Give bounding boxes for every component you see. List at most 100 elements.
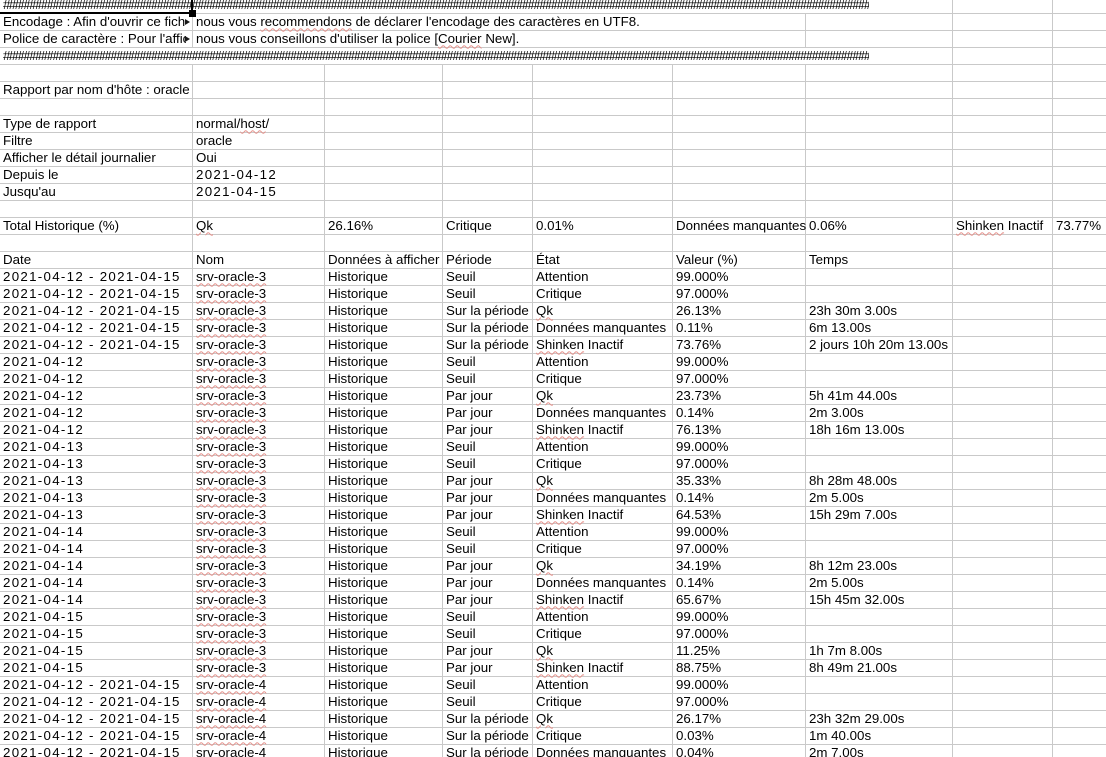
- cell-date[interactable]: 2021-04-15: [0, 626, 193, 642]
- cell-state[interactable]: Critique: [533, 728, 673, 744]
- cell-period[interactable]: Seuil: [443, 439, 533, 455]
- cell-state[interactable]: Données manquantes: [533, 575, 673, 591]
- cell-time[interactable]: 8h 49m 21.00s: [806, 660, 953, 676]
- cell-empty[interactable]: [0, 99, 193, 115]
- cell-name[interactable]: srv-oracle-3: [193, 490, 325, 506]
- cell-period[interactable]: Par jour: [443, 660, 533, 676]
- cell-param-label[interactable]: Depuis le: [0, 167, 193, 183]
- cell-period[interactable]: Seuil: [443, 609, 533, 625]
- cell-state[interactable]: Critique: [533, 626, 673, 642]
- cell-empty[interactable]: [953, 371, 1053, 387]
- cell-empty[interactable]: [1053, 354, 1106, 370]
- cell-date[interactable]: 2021-04-13: [0, 473, 193, 489]
- cell-empty[interactable]: [325, 133, 443, 149]
- cell-time[interactable]: 1m 40.00s: [806, 728, 953, 744]
- cell-date[interactable]: 2021-04-15: [0, 609, 193, 625]
- cell-value[interactable]: 99.000%: [673, 269, 806, 285]
- cell-date[interactable]: 2021-04-12: [0, 371, 193, 387]
- cell-empty[interactable]: [1053, 167, 1106, 183]
- cell-empty[interactable]: [1053, 660, 1106, 676]
- cell-value[interactable]: 26.17%: [673, 711, 806, 727]
- cell-param-value[interactable]: normal/host/: [193, 116, 325, 132]
- cell-date[interactable]: 2021-04-12: [0, 354, 193, 370]
- cell-period[interactable]: Sur la période: [443, 320, 533, 336]
- cell-empty[interactable]: [953, 609, 1053, 625]
- cell-empty[interactable]: [953, 439, 1053, 455]
- cell-empty[interactable]: [1053, 252, 1106, 268]
- cell-empty[interactable]: [1053, 371, 1106, 387]
- cell-empty[interactable]: [1053, 99, 1106, 115]
- cell-period[interactable]: Seuil: [443, 524, 533, 540]
- cell-value[interactable]: 34.19%: [673, 558, 806, 574]
- cell-empty[interactable]: [953, 303, 1053, 319]
- cell-period[interactable]: Sur la période: [443, 303, 533, 319]
- cell-empty[interactable]: [806, 82, 953, 98]
- cell-data-type[interactable]: Historique: [325, 354, 443, 370]
- cell-value[interactable]: 64.53%: [673, 507, 806, 523]
- cell-empty[interactable]: [1053, 48, 1106, 64]
- cell-state[interactable]: Shinken Inactif: [533, 507, 673, 523]
- cell-empty[interactable]: [193, 201, 325, 217]
- cell-empty[interactable]: [325, 184, 443, 200]
- cell-name[interactable]: srv-oracle-3: [193, 320, 325, 336]
- cell-period[interactable]: Seuil: [443, 677, 533, 693]
- cell-empty[interactable]: [1053, 524, 1106, 540]
- cell-time[interactable]: [806, 524, 953, 540]
- cell-time[interactable]: 2m 5.00s: [806, 490, 953, 506]
- cell-empty[interactable]: [1053, 320, 1106, 336]
- cell-value[interactable]: 99.000%: [673, 609, 806, 625]
- cell-empty[interactable]: [1053, 405, 1106, 421]
- column-header[interactable]: Nom: [193, 252, 325, 268]
- cell-value[interactable]: 0.03%: [673, 728, 806, 744]
- cell-value[interactable]: 99.000%: [673, 439, 806, 455]
- column-header[interactable]: Valeur (%): [673, 252, 806, 268]
- cell-name[interactable]: srv-oracle-3: [193, 626, 325, 642]
- cell-empty[interactable]: [443, 133, 533, 149]
- cell-data-type[interactable]: Historique: [325, 660, 443, 676]
- cell-data-type[interactable]: Historique: [325, 745, 443, 757]
- cell-period[interactable]: Par jour: [443, 388, 533, 404]
- cell-empty[interactable]: [953, 0, 1053, 13]
- cell-name[interactable]: srv-oracle-3: [193, 439, 325, 455]
- cell-empty[interactable]: [953, 116, 1053, 132]
- cell-data-type[interactable]: Historique: [325, 388, 443, 404]
- cell-param-value[interactable]: Oui: [193, 150, 325, 166]
- cell-state[interactable]: Critique: [533, 456, 673, 472]
- cell-empty[interactable]: [1053, 609, 1106, 625]
- cell-empty[interactable]: [1053, 388, 1106, 404]
- cell-empty[interactable]: [443, 99, 533, 115]
- cell-state[interactable]: Shinken Inactif: [533, 337, 673, 353]
- cell-period[interactable]: Seuil: [443, 269, 533, 285]
- cell-empty[interactable]: [953, 422, 1053, 438]
- cell-empty[interactable]: [953, 558, 1053, 574]
- cell-date[interactable]: 2021-04-12 - 2021-04-15: [0, 694, 193, 710]
- cell-empty[interactable]: [806, 31, 953, 47]
- cell-date[interactable]: 2021-04-15: [0, 660, 193, 676]
- cell-name[interactable]: srv-oracle-4: [193, 711, 325, 727]
- cell-empty[interactable]: [953, 388, 1053, 404]
- cell-empty[interactable]: [1053, 116, 1106, 132]
- cell-state[interactable]: Shinken Inactif: [953, 218, 1053, 234]
- cell-period[interactable]: Sur la période: [443, 745, 533, 757]
- cell-state[interactable]: Qk: [533, 643, 673, 659]
- cell-empty[interactable]: [0, 65, 193, 81]
- cell-empty[interactable]: [806, 235, 953, 251]
- cell-period[interactable]: Par jour: [443, 575, 533, 591]
- cell-notice-label[interactable]: Police de caractère : Pour l'affic: [0, 31, 193, 47]
- cell-date[interactable]: 2021-04-13: [0, 439, 193, 455]
- cell-empty[interactable]: [1053, 643, 1106, 659]
- cell-date[interactable]: 2021-04-12: [0, 422, 193, 438]
- cell-empty[interactable]: [1053, 490, 1106, 506]
- cell-empty[interactable]: [533, 99, 673, 115]
- cell-state[interactable]: Shinken Inactif: [533, 422, 673, 438]
- cell-time[interactable]: 18h 16m 13.00s: [806, 422, 953, 438]
- cell-empty[interactable]: [443, 184, 533, 200]
- cell-time[interactable]: [806, 694, 953, 710]
- cell-name[interactable]: srv-oracle-3: [193, 660, 325, 676]
- cell-data-type[interactable]: Historique: [325, 507, 443, 523]
- cell-empty[interactable]: [953, 354, 1053, 370]
- cell-empty[interactable]: [953, 320, 1053, 336]
- cell-time[interactable]: [806, 269, 953, 285]
- cell-empty[interactable]: [1053, 745, 1106, 757]
- cell-empty[interactable]: [953, 405, 1053, 421]
